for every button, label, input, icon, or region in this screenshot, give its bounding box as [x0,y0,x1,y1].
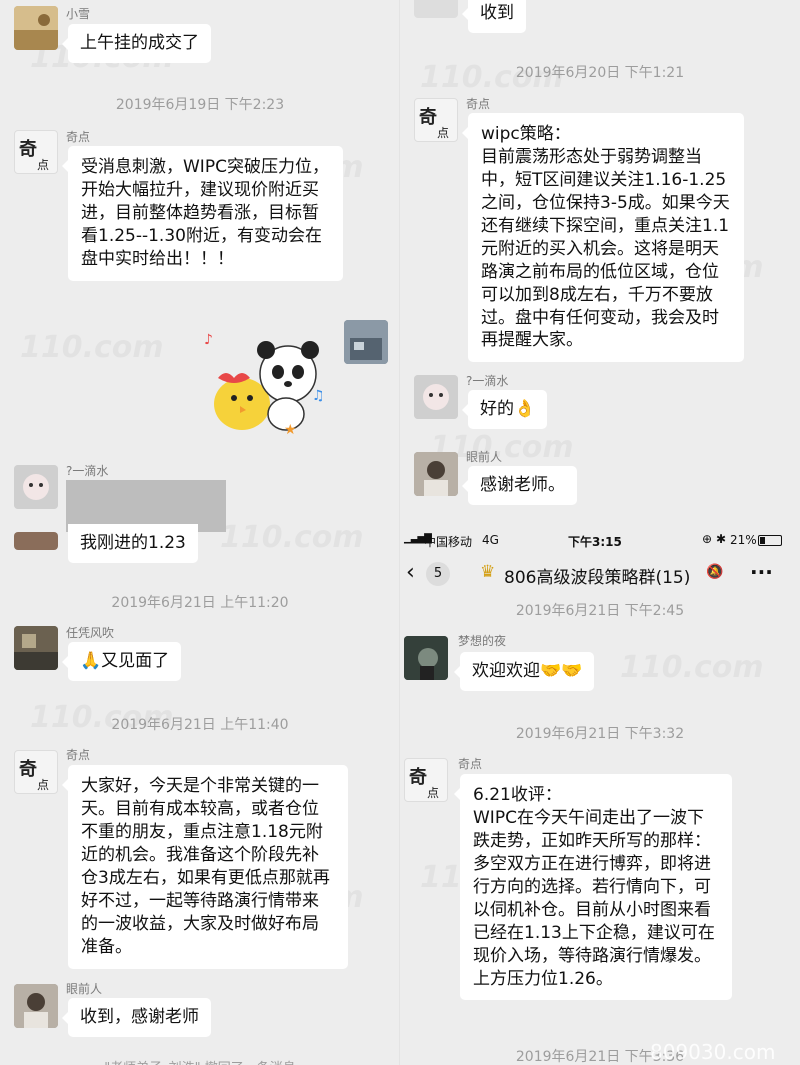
svg-text:♫: ♫ [312,388,325,404]
status-bar: ▁▃▅▇ 中国移动 4G 下午3:15 ⊕ ✱ 21% [400,528,800,554]
system-message: "老师弟子_刘浩" 撤回了一条消息 [0,1057,400,1065]
avatar-yanqian[interactable] [14,984,58,1028]
timestamp: 2019年6月19日 下午2:23 [115,97,285,113]
bluetooth-icon: ✱ [716,532,727,546]
avatar-mengxiang[interactable] [404,636,448,680]
sticker-chick-panda[interactable]: ♪ ♫ ★ [200,322,330,442]
sender-name: 任凭风吹 [66,626,115,640]
qidian-logo-icon: 奇点 [19,138,49,172]
svg-text:★: ★ [284,422,297,438]
clock: 下午3:15 [568,535,622,549]
sender-name: 奇点 [466,97,491,111]
sender-name: 奇点 [458,757,483,771]
timestamp: 2019年6月20日 下午1:21 [515,65,685,81]
avatar-yanqian[interactable] [414,452,458,496]
avatar-xiaoxue[interactable] [14,6,58,50]
avatar-yidishui[interactable] [14,465,58,509]
cartoon-avatar-icon [414,375,458,419]
photo-avatar-icon [14,984,58,1028]
left-chat-panel: 110.com 110.com 110.com 110.com 110.com … [0,0,400,1065]
svg-text:奇: 奇 [19,138,37,160]
avatar-qidian[interactable]: 奇点 [14,750,58,794]
site-watermark: 809030.com [650,1040,776,1064]
svg-text:点: 点 [437,126,449,140]
avatar-qidian[interactable]: 奇点 [414,98,458,142]
avatar-qidian[interactable]: 奇点 [14,130,58,174]
sender-name: 梦想的夜 [458,634,507,648]
chat-title-bar: ‹ 5 ♛ 806高级波段策略群(15) 🔕 ··· [400,554,800,594]
svg-text:点: 点 [37,158,49,172]
mute-bell-icon: 🔕 [706,564,724,580]
sticker-icon: ♪ ♫ ★ [204,332,325,438]
message-bubble[interactable]: 好的👌 [461,390,548,429]
carrier: 中国移动 [424,535,473,549]
svg-text:点: 点 [37,778,49,792]
lock-rotation-icon: ⊕ [702,532,713,546]
timestamp: 2019年6月21日 上午11:40 [111,717,289,733]
handshake-emoji-icon: 🙏 [80,651,102,671]
cartoon-avatar-icon [14,465,58,509]
photo-avatar-icon [344,320,388,364]
watermark-110: 110.com [620,650,764,685]
more-menu-icon[interactable]: ··· [750,560,773,584]
message-bubble[interactable]: 欢迎欢迎🤝🤝 [453,652,595,691]
message-bubble[interactable]: 6.21收评： WIPC在今天午间走出了一波下跌走势，正如昨天所写的那样：多空双… [454,774,732,1001]
group-title: 806高级波段策略群(15) [504,568,691,588]
network-type: 4G [482,533,499,547]
message-bubble[interactable]: 感谢老师。 [462,466,577,505]
scenery-avatar-icon [14,6,58,50]
photo-avatar-icon [14,626,58,670]
svg-text:点: 点 [427,786,439,800]
qidian-logo-icon: 奇点 [419,106,449,140]
sender-name: 奇点 [66,130,91,144]
message-bubble[interactable]: 受消息刺激，WIPC突破压力位，开始大幅拉升，建议现价附近买进，目前整体趋势看涨… [62,146,343,281]
sender-name: 奇点 [66,748,91,762]
qidian-logo-icon: 奇点 [19,758,49,792]
svg-text:奇: 奇 [419,106,437,128]
sender-name: ?一滴水 [66,464,109,478]
back-arrow-icon[interactable]: ‹ [406,560,415,585]
sender-name: 眼前人 [466,450,503,464]
battery-percent: 21% [730,533,757,547]
timestamp: 2019年6月21日 上午11:20 [111,595,289,611]
right-chat-panel: 110.com 110.com 110.com 110.com 110.com … [400,0,800,1065]
battery-icon [758,535,782,546]
sender-name: 眼前人 [66,982,103,996]
message-bubble[interactable]: 收到，感谢老师 [62,998,211,1037]
message-bubble[interactable]: wipc策略： 目前震荡形态处于弱势调整当中，短T区间建议关注1.16-1.25… [462,113,744,363]
watermark-110: 110.com [220,520,364,555]
svg-text:♪: ♪ [204,332,213,348]
message-bubble[interactable]: 上午挂的成交了 [62,24,211,63]
qidian-logo-icon: 奇点 [409,766,439,800]
photo-avatar-icon [414,452,458,496]
message-bubble[interactable]: 大家好，今天是个非常关键的一天。目前有成本较高，或者仓位不重的朋友，重点注意1.… [62,765,348,969]
avatar-renping[interactable] [14,626,58,670]
photo-avatar-icon [404,636,448,680]
sender-name: ?一滴水 [466,374,509,388]
message-bubble[interactable]: 🙏又见面了 [61,642,182,681]
svg-text:奇: 奇 [409,766,427,788]
watermark-110: 110.com [20,330,164,365]
message-bubble[interactable]: 收到 [462,0,526,33]
avatar-qidian[interactable]: 奇点 [404,758,448,802]
svg-text:奇: 奇 [19,758,37,780]
avatar-yidishui[interactable] [414,375,458,419]
avatar-partial[interactable] [14,532,58,550]
avatar-partial[interactable] [414,0,458,18]
timestamp: 2019年6月21日 下午2:45 [515,603,685,619]
sender-name: 小雪 [66,7,91,21]
message-bubble[interactable]: 我刚进的1.23 [68,524,198,563]
unread-count-badge[interactable]: 5 [426,562,450,586]
avatar-self[interactable] [344,320,388,364]
crown-icon: ♛ [480,562,496,582]
timestamp: 2019年6月21日 下午3:32 [515,726,685,742]
